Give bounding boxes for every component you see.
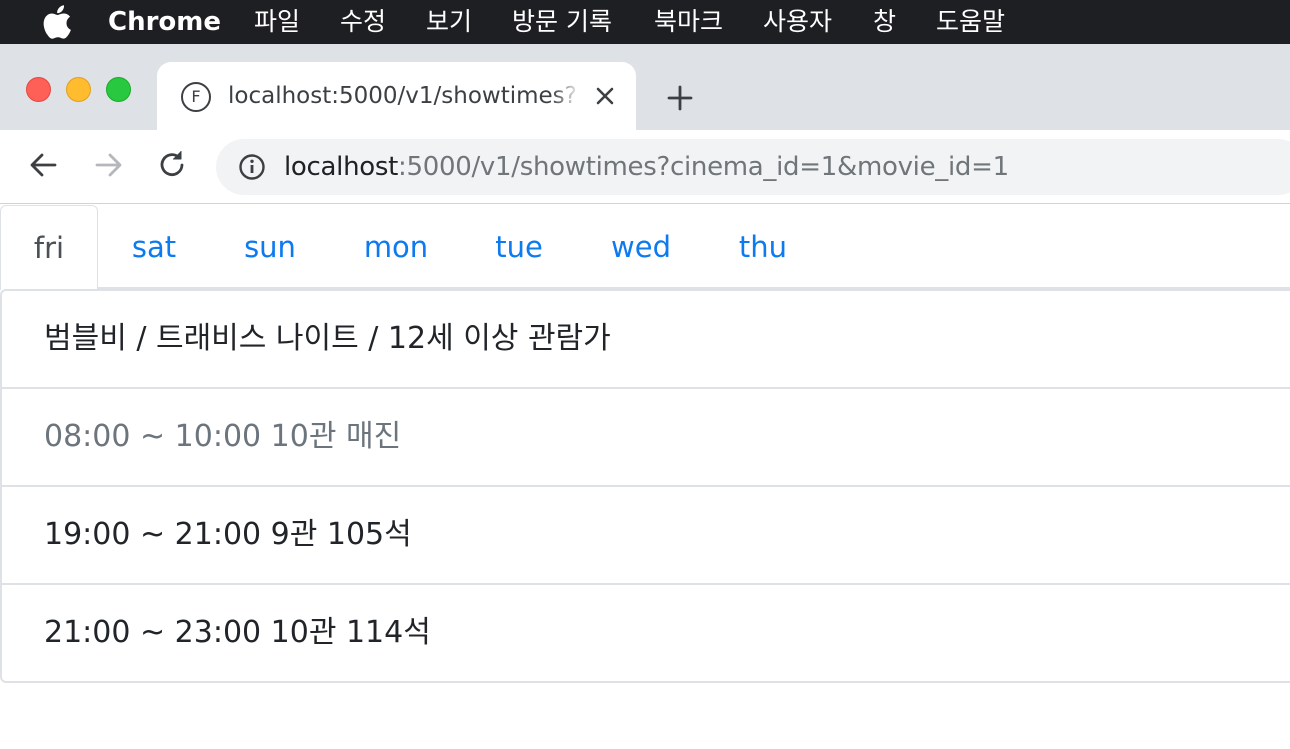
movie-info-header: 범블비 / 트래비스 나이트 / 12세 이상 관람가 [2,291,1290,389]
menu-bookmarks[interactable]: 북마크 [654,4,723,40]
menu-file[interactable]: 파일 [254,4,300,40]
tab-title: localhost:5000/v1/showtimes?cinema_id=1&… [228,83,578,109]
window-minimize-button[interactable] [66,77,91,102]
favicon-icon: F [181,82,211,112]
menu-window[interactable]: 창 [873,4,896,40]
new-tab-icon[interactable] [662,80,698,116]
showtime-item[interactable]: 21:00 ~ 23:00 10관 114석 [2,585,1290,681]
tab-sun[interactable]: sun [228,205,312,289]
reload-icon[interactable] [154,147,190,183]
url-path: :5000/v1/showtimes?cinema_id=1&movie_id=… [398,152,1009,182]
back-arrow-icon[interactable] [26,147,62,183]
url-host: localhost [284,152,399,182]
window-maximize-button[interactable] [106,77,131,102]
showtime-item[interactable]: 19:00 ~ 21:00 9관 105석 [2,487,1290,585]
menu-history[interactable]: 방문 기록 [512,4,612,40]
tab-wed[interactable]: wed [596,205,686,289]
address-bar-url[interactable]: localhost:5000/v1/showtimes?cinema_id=1&… [284,147,1009,187]
tab-mon[interactable]: mon [350,205,442,289]
showtime-list: 범블비 / 트래비스 나이트 / 12세 이상 관람가 08:00 ~ 10:0… [0,289,1290,683]
menu-help[interactable]: 도움말 [936,4,1005,40]
window-close-button[interactable] [26,77,51,102]
tab-title-fade [552,79,580,113]
tab-sat[interactable]: sat [112,205,196,289]
menu-view[interactable]: 보기 [426,4,472,40]
tab-tue[interactable]: tue [478,205,560,289]
tab-close-icon[interactable] [591,82,619,110]
tab-thu[interactable]: thu [722,205,804,289]
day-tabs: fri sat sun mon tue wed thu [0,205,1290,291]
page-content: fri sat sun mon tue wed thu 범블비 / 트래비스 나… [0,205,1290,749]
tab-fri[interactable]: fri [0,205,98,291]
macos-menu-bar: Chrome 파일 수정 보기 방문 기록 북마크 사용자 창 도움말 [0,0,1290,44]
showtime-item-sold-out: 08:00 ~ 10:00 10관 매진 [2,389,1290,487]
forward-arrow-icon[interactable] [90,147,126,183]
menu-app-name[interactable]: Chrome [108,4,221,40]
menu-profiles[interactable]: 사용자 [763,4,832,40]
browser-tab[interactable]: F localhost:5000/v1/showtimes?cinema_id=… [157,62,636,130]
site-info-icon[interactable] [238,153,266,181]
menu-edit[interactable]: 수정 [340,4,386,40]
apple-logo-icon[interactable] [40,4,72,40]
